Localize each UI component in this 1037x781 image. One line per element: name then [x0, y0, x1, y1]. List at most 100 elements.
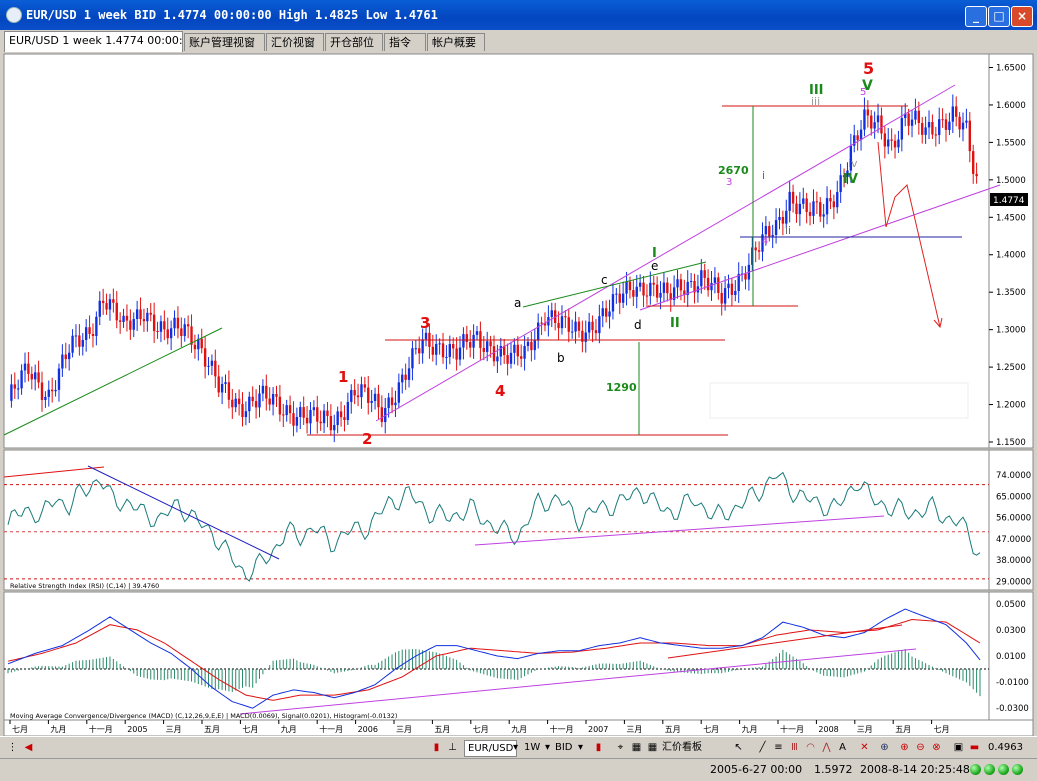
candle-body	[523, 346, 526, 359]
window-title: EUR/USD 1 week BID 1.4774 00:00:00 High …	[26, 8, 438, 22]
bar-icon[interactable]: ⊥	[446, 741, 459, 754]
chevron-down-icon[interactable]: ▾	[574, 741, 587, 754]
wave-label: d	[634, 318, 642, 332]
candle-body	[941, 119, 944, 121]
tab-quotes[interactable]: 汇价视窗	[266, 33, 324, 51]
grid-icon[interactable]: ▦	[646, 741, 659, 754]
candle-body	[448, 344, 452, 357]
side-select[interactable]: BID	[555, 740, 573, 755]
candle-body	[84, 327, 88, 340]
candle-body	[598, 316, 601, 334]
candle-body	[241, 404, 244, 418]
zoom-icon[interactable]: ⊕	[878, 741, 891, 754]
status-start-date: 2005-6-27 00:00	[710, 763, 803, 776]
candle-body	[635, 286, 638, 297]
candle-body	[101, 300, 105, 304]
candle-body	[390, 397, 394, 406]
candle-body	[129, 320, 132, 330]
candle-body	[373, 393, 377, 401]
candle-body	[948, 121, 951, 130]
date-tick-label: 三月	[857, 725, 873, 734]
candle-body	[815, 201, 819, 203]
maximize-button[interactable]: □	[988, 6, 1010, 27]
close-button[interactable]: ×	[1011, 6, 1033, 27]
zoom-in-icon[interactable]: ⊕	[898, 741, 911, 754]
cursor-icon[interactable]: ↖	[732, 741, 745, 754]
connection-status-icon	[970, 764, 981, 775]
candle-body	[132, 319, 135, 330]
candle-body	[163, 321, 166, 330]
candle-body	[285, 405, 288, 416]
candle-body	[401, 374, 404, 383]
date-tick-label: 十一月	[550, 724, 574, 734]
candle-body	[536, 322, 540, 341]
candle-body	[638, 282, 642, 287]
candle-body	[275, 393, 278, 397]
tab-chart[interactable]: EUR/USD 1 week 1.4774 00:00:00	[4, 31, 183, 52]
line-tool-icon[interactable]: ╱	[756, 741, 769, 754]
candle-body	[788, 191, 791, 211]
candle-body	[316, 407, 319, 422]
candle-body	[642, 282, 645, 296]
tab-account-manager[interactable]: 账户管理视窗	[184, 33, 265, 51]
tab-bar: EUR/USD 1 week 1.4774 00:00:00 账户管理视窗 汇价…	[0, 30, 1037, 53]
remove-icon[interactable]: ▬	[968, 741, 981, 754]
candle-body	[934, 134, 938, 136]
candle-body	[734, 290, 737, 295]
price-tick-label: 1.6000	[996, 101, 1026, 111]
price-tick-label: 1.1500	[996, 438, 1026, 448]
channel-tool-icon[interactable]: ≡	[772, 741, 785, 754]
date-tick-label: 2008	[818, 725, 838, 734]
candle-body	[825, 198, 829, 215]
candle-body	[387, 397, 390, 409]
tab-open-positions[interactable]: 开仓部位	[325, 33, 383, 51]
candle-body	[931, 122, 934, 135]
tab-account-summary[interactable]: 帐户概要	[427, 33, 485, 51]
rsi-pane[interactable]	[3, 449, 990, 591]
chart-area[interactable]: 12345abcdeIIIIIIIVViiiiiiiv34526701290 1…	[0, 52, 1037, 736]
current-price-label: 1.4774	[993, 196, 1025, 206]
arrow-left-icon[interactable]: ◀	[22, 741, 35, 754]
candle-body	[557, 322, 560, 329]
minimize-button[interactable]: _	[965, 6, 987, 27]
zoom-out-icon[interactable]: ⊖	[914, 741, 927, 754]
candle-body	[785, 210, 788, 224]
candle-body	[791, 191, 795, 204]
delete-icon[interactable]: ✕	[858, 741, 871, 754]
candle-body	[17, 388, 20, 390]
chevron-down-icon[interactable]: ▾	[541, 741, 554, 754]
arc-tool-icon[interactable]: ◠	[804, 741, 817, 754]
candle-body	[295, 417, 299, 426]
candle-body	[645, 295, 649, 297]
title-bar: EUR/USD 1 week BID 1.4774 00:00:00 High …	[0, 0, 1037, 30]
candle-body	[217, 376, 220, 393]
text-tool-icon[interactable]: A	[836, 741, 849, 754]
period-select[interactable]: 1W	[524, 740, 540, 755]
properties-icon[interactable]: ▣	[952, 741, 965, 754]
candle-body	[700, 270, 703, 287]
grid-icon[interactable]: ▦	[630, 741, 643, 754]
fib-tool-icon[interactable]: Ⅲ	[788, 741, 801, 754]
status-bar: 2005-6-27 00:00 1.5972 2008-8-14 20:25:4…	[0, 758, 1037, 781]
rsi-tick-label: 38.0000	[996, 556, 1031, 566]
candle-icon[interactable]: ▮	[430, 741, 443, 754]
zoom-reset-icon[interactable]: ⊗	[930, 741, 943, 754]
chart-type-icon[interactable]: ▮	[592, 741, 605, 754]
candle-body	[706, 277, 710, 291]
chevron-down-icon[interactable]: ▾	[509, 741, 522, 754]
crosshair-icon[interactable]: ⌖	[614, 741, 627, 754]
tab-orders[interactable]: 指令	[384, 33, 426, 51]
candle-body	[203, 348, 207, 367]
quote-board-button[interactable]: 汇价看板	[662, 740, 702, 755]
candle-body	[231, 399, 234, 408]
candle-body	[278, 396, 282, 415]
date-tick-label: 2007	[588, 725, 608, 734]
fan-tool-icon[interactable]: ⋀	[820, 741, 833, 754]
candle-body	[519, 356, 523, 359]
candle-body	[781, 216, 785, 224]
candle-body	[431, 346, 435, 355]
candle-body	[601, 308, 604, 317]
candle-body	[98, 300, 101, 317]
date-tick-label: 三月	[166, 725, 182, 734]
candle-body	[808, 211, 812, 216]
